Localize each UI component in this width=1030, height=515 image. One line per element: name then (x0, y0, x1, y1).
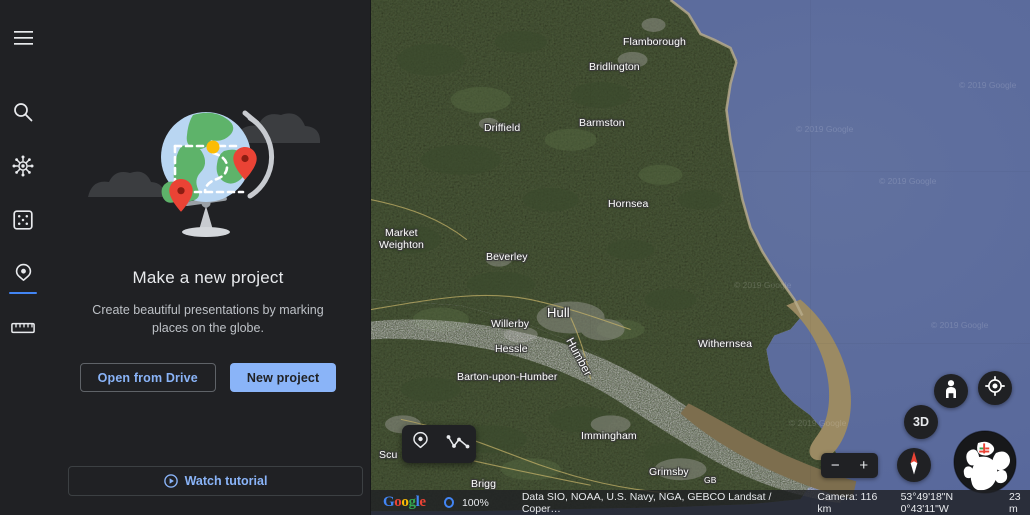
map-pin-icon (13, 263, 34, 285)
sidebar-item-voyager[interactable] (0, 140, 46, 192)
my-location-crosshair-icon (985, 375, 1005, 401)
ships-wheel-icon (12, 155, 34, 177)
open-from-drive-button[interactable]: Open from Drive (79, 363, 216, 392)
loading-spinner-icon (443, 497, 454, 508)
panel-description: Create beautiful presentations by markin… (92, 303, 324, 335)
attribution-text: Data SIO, NOAA, U.S. Navy, NGA, GEBCO La… (521, 490, 772, 515)
zoom-in-button[interactable]: + (850, 458, 879, 473)
left-navigation-rail (0, 0, 46, 515)
compass-button[interactable] (897, 448, 931, 482)
google-earth-window: Make a new project Create beautiful pres… (0, 0, 1030, 515)
camera-altitude: Camera: 116 km (817, 490, 878, 515)
sidebar-item-menu[interactable] (0, 12, 46, 64)
compass-icon (907, 450, 921, 481)
sidebar-item-search[interactable] (0, 86, 46, 138)
street-view-pegman-icon (942, 379, 960, 404)
projects-panel: Make a new project Create beautiful pres… (46, 0, 371, 515)
add-path-button[interactable] (444, 430, 472, 458)
loading-percent: 100% (461, 496, 489, 509)
dice-icon (13, 210, 33, 230)
coordinates-readout: 53°49'18"N 0°43'11"W (900, 490, 954, 515)
toggle-3d-label: 3D (913, 415, 929, 429)
active-tab-indicator (9, 291, 37, 294)
polyline-path-icon (446, 434, 470, 455)
search-icon (13, 102, 33, 122)
sidebar-item-measure[interactable] (0, 302, 46, 354)
zoom-controls: − + (821, 453, 878, 478)
sidebar-item-projects[interactable] (0, 248, 46, 300)
watch-tutorial-label: Watch tutorial (184, 474, 268, 488)
sidebar-item-feeling-lucky[interactable] (0, 194, 46, 246)
zoom-out-button[interactable]: − (821, 458, 850, 473)
ruler-icon (11, 322, 35, 334)
status-bar: Google 100% Data SIO, NOAA, U.S. Navy, N… (371, 490, 1030, 515)
page-title: Make a new project (132, 268, 284, 287)
mini-globe-overview-icon (952, 429, 1018, 500)
map-viewport[interactable]: © 2019 Google © 2019 Google © 2019 Googl… (371, 0, 1030, 515)
drawing-toolbar (402, 425, 476, 463)
globe-with-pins-illustration (58, 96, 358, 246)
panel-action-buttons: Open from Drive New project (79, 363, 337, 392)
street-view-pegman-button[interactable] (934, 374, 968, 408)
map-pin-icon (411, 431, 430, 457)
google-logo: Google (383, 494, 426, 510)
add-placemark-button[interactable] (407, 430, 435, 458)
toggle-3d-button[interactable]: 3D (904, 405, 938, 439)
mini-globe-overview-button[interactable] (952, 429, 1018, 500)
my-location-button[interactable] (978, 371, 1012, 405)
watch-tutorial-button[interactable]: Watch tutorial (68, 466, 363, 496)
new-project-button[interactable]: New project (229, 363, 337, 392)
elevation-readout: 23 m (1008, 490, 1021, 515)
play-circle-icon (163, 474, 178, 488)
hamburger-menu-icon (13, 31, 33, 45)
